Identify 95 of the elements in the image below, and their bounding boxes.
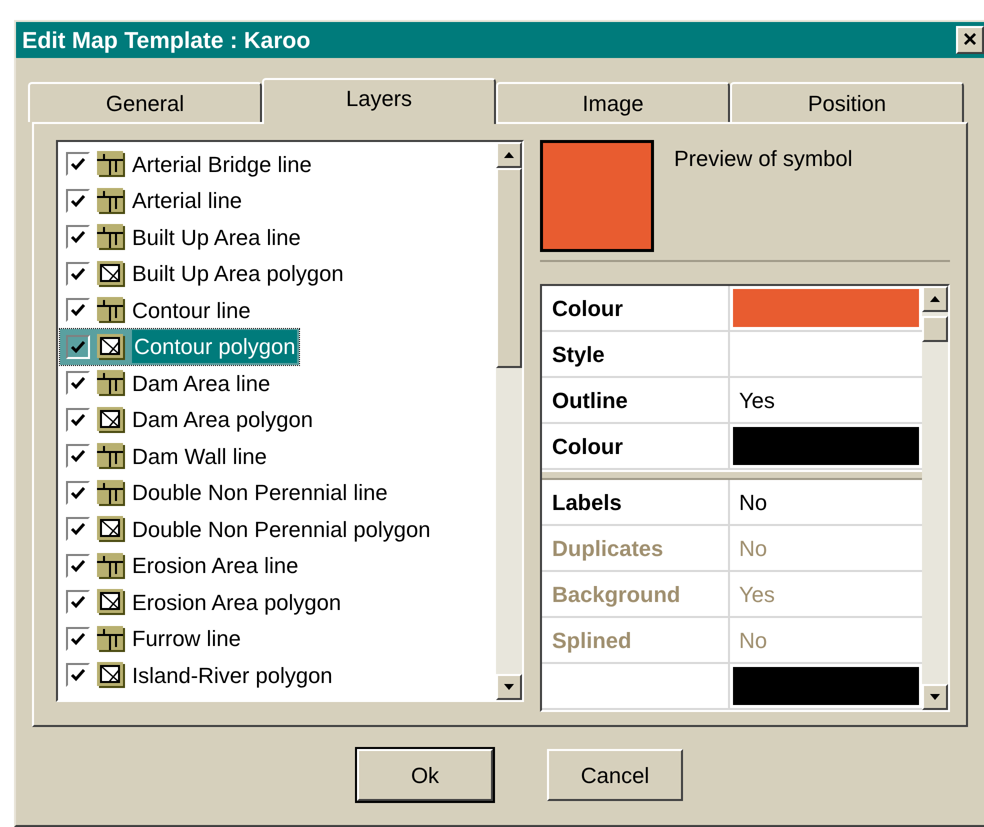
line-symbol-icon — [96, 369, 126, 398]
layer-name: Contour polygon — [132, 330, 298, 364]
property-label: Splined — [552, 626, 632, 655]
layer-name: Arterial line — [132, 187, 242, 216]
checkmark-icon — [70, 303, 86, 318]
layer-item[interactable]: Double Non Perennial line — [60, 474, 390, 511]
polygon-symbol-icon — [96, 661, 126, 690]
layer-name: Double Non Perennial polygon — [132, 516, 430, 544]
layer-name: Arterial Bridge line — [132, 150, 312, 179]
layer-name: Built Up Area polygon — [132, 260, 344, 288]
line-symbol-icon — [96, 186, 126, 215]
property-value[interactable]: No — [733, 486, 768, 518]
checkmark-icon — [70, 340, 86, 354]
layer-name: Dam Area polygon — [132, 406, 313, 434]
polygon-symbol-icon — [96, 515, 126, 544]
line-symbol-icon — [96, 296, 126, 324]
checkmark-icon — [70, 194, 86, 208]
layer-item[interactable]: Contour line — [60, 292, 253, 328]
dialog-button[interactable]: Ok — [357, 749, 493, 801]
polygon-symbol-icon — [96, 332, 126, 361]
layer-name: Double Non Perennial line — [132, 479, 388, 508]
layer-item[interactable]: Arterial Bridge line — [60, 146, 314, 182]
polygon-symbol-icon — [96, 406, 126, 434]
tab[interactable]: Position — [730, 82, 964, 122]
dialog-button[interactable]: Cancel — [547, 749, 683, 801]
layer-name: Erosion Area polygon — [132, 588, 342, 617]
layer-item[interactable]: Island-River polygon — [60, 657, 335, 694]
checkmark-icon — [70, 376, 86, 390]
close-button[interactable]: × — [956, 26, 984, 54]
layer-item[interactable]: Built Up Area line — [60, 219, 303, 256]
scrollbar[interactable] — [496, 142, 522, 700]
layer-name: Contour line — [132, 296, 251, 325]
checkmark-icon — [70, 230, 86, 244]
tab[interactable]: Image — [496, 82, 730, 122]
up-arrow-icon — [930, 296, 940, 302]
checkmark-icon — [70, 157, 86, 172]
property-label: Labels — [552, 488, 622, 516]
down-arrow-icon — [504, 684, 514, 690]
checkmark-icon — [70, 522, 86, 536]
layer-item[interactable]: Dam Area line — [60, 365, 272, 402]
window-title: Edit Map Template : Karoo — [22, 26, 310, 55]
scroll-up-button[interactable] — [922, 286, 948, 312]
property-label: Colour — [552, 432, 623, 460]
property-label: Background — [552, 580, 680, 609]
scrollbar[interactable] — [922, 286, 948, 710]
checkmark-icon — [70, 412, 86, 427]
property-value[interactable]: Yes — [733, 384, 775, 416]
layer-name: Furrow line — [132, 625, 241, 654]
layer-name: Erosion Area line — [132, 552, 298, 580]
line-symbol-icon — [96, 442, 126, 470]
layer-name: Dam Wall line — [132, 442, 267, 471]
line-symbol-icon — [96, 624, 126, 653]
layer-item[interactable]: Furrow line — [60, 620, 243, 657]
preview-label: Preview of symbol — [674, 145, 853, 173]
up-arrow-icon — [504, 152, 514, 158]
colour-swatch[interactable] — [733, 427, 919, 465]
checkmark-icon — [70, 266, 86, 281]
line-symbol-icon — [96, 552, 126, 580]
scroll-thumb[interactable] — [922, 316, 948, 342]
line-symbol-icon — [96, 223, 126, 252]
scroll-down-button[interactable] — [496, 674, 522, 700]
tab[interactable]: General — [28, 82, 262, 122]
checkmark-icon — [70, 486, 86, 500]
checkmark-icon — [70, 668, 86, 682]
checkmark-icon — [70, 449, 86, 464]
tab[interactable]: Layers — [262, 78, 496, 124]
checkmark-icon — [70, 558, 86, 573]
line-symbol-icon — [96, 150, 126, 178]
scroll-up-button[interactable] — [496, 142, 522, 168]
line-symbol-icon — [96, 478, 126, 507]
checkmark-icon — [70, 595, 86, 610]
layer-item[interactable]: Double Non Perennial polygon — [60, 511, 432, 548]
checkbox[interactable] — [66, 334, 90, 359]
layer-item[interactable]: Erosion Area polygon — [60, 584, 344, 620]
colour-swatch[interactable] — [733, 289, 919, 327]
layer-name: Island-River polygon — [132, 662, 333, 690]
polygon-symbol-icon — [96, 260, 126, 288]
property-label: Colour — [552, 294, 623, 322]
layer-item[interactable]: Dam Wall line — [60, 438, 269, 474]
layer-item[interactable]: Dam Area polygon — [60, 402, 315, 438]
scroll-down-button[interactable] — [922, 684, 948, 710]
layer-item[interactable]: Built Up Area polygon — [60, 256, 346, 292]
property-label: Style — [552, 340, 605, 369]
scroll-thumb[interactable] — [496, 168, 522, 368]
down-arrow-icon — [930, 694, 940, 700]
layer-name: Dam Area line — [132, 370, 270, 398]
layer-item[interactable]: Contour polygon — [60, 328, 300, 365]
polygon-symbol-icon — [96, 588, 126, 616]
colour-swatch[interactable] — [733, 667, 919, 705]
property-label: Duplicates — [552, 534, 664, 563]
checkmark-icon — [70, 632, 86, 646]
property-label: Outline — [552, 386, 628, 414]
layer-name: Built Up Area line — [132, 224, 301, 252]
layer-item[interactable]: Erosion Area line — [60, 548, 300, 584]
layer-item[interactable]: Arterial line — [60, 182, 244, 219]
